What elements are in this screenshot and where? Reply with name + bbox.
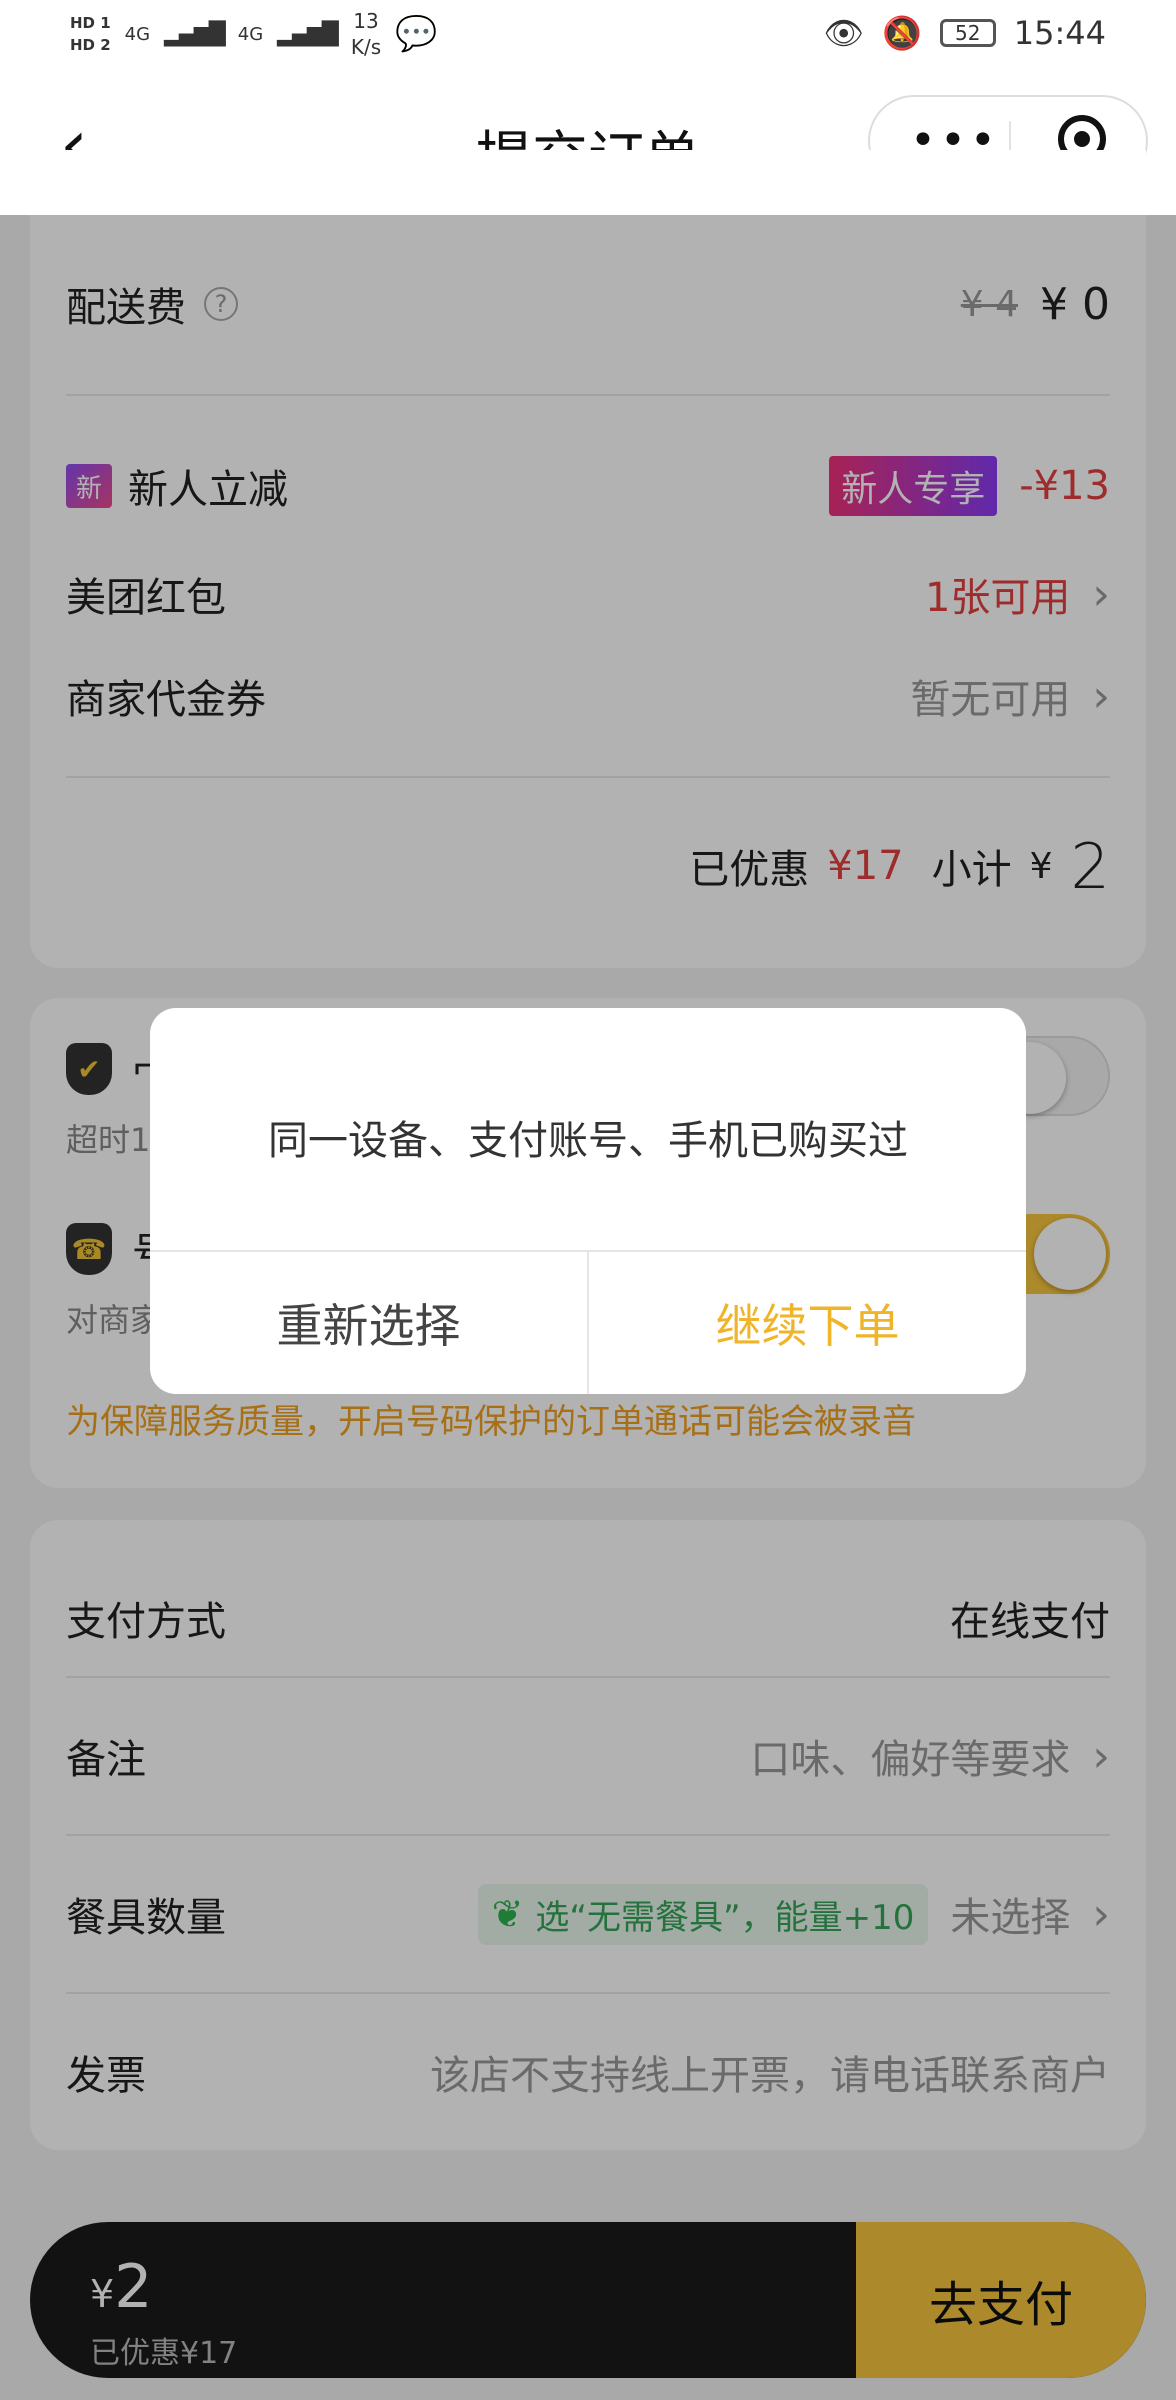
- signal-icon-2: ▂▄▆█: [277, 21, 339, 47]
- signal-icon: ▂▄▆█: [164, 21, 226, 47]
- eye-icon: 👁: [823, 14, 864, 52]
- status-right: 👁 🔕 52 15:44: [823, 14, 1106, 52]
- reselect-button[interactable]: 重新选择: [150, 1252, 587, 1394]
- network1-label: 4G: [124, 23, 151, 45]
- hd2-label: HD 2: [70, 36, 111, 54]
- dialog-message: 同一设备、支付账号、手机已购买过: [268, 1118, 908, 1164]
- clock: 15:44: [1013, 14, 1106, 52]
- bell-muted-icon: 🔕: [881, 14, 922, 52]
- hd1-label: HD 1: [70, 14, 111, 32]
- status-bar: HD 1 HD 2 4G ▂▄▆█ 4G ▂▄▆█ 13 K/s 💬 👁 🔕 5…: [0, 0, 1176, 75]
- speed-unit: K/s: [350, 35, 382, 59]
- repeat-purchase-dialog: 同一设备、支付账号、手机已购买过 重新选择 继续下单: [150, 1008, 1026, 1394]
- hd-indicator: HD 1 HD 2: [70, 12, 111, 56]
- net-speed: 13 K/s: [351, 8, 381, 60]
- network2-label: 4G: [237, 23, 264, 45]
- status-left: HD 1 HD 2 4G ▂▄▆█ 4G ▂▄▆█ 13 K/s 💬: [70, 8, 437, 60]
- speed-value: 13: [353, 9, 379, 33]
- chat-bubble-icon: 💬: [395, 14, 438, 54]
- battery-icon: 52: [939, 19, 996, 47]
- continue-order-button[interactable]: 继续下单: [589, 1252, 1026, 1394]
- battery-level: 52: [955, 21, 981, 45]
